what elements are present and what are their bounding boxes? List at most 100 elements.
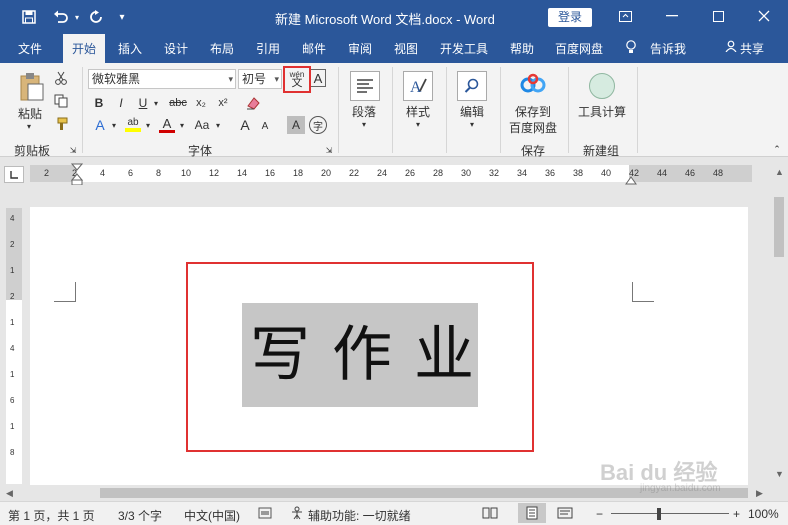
styles-button[interactable]: 样式 [396,103,440,119]
paragraph-icon[interactable] [350,71,380,101]
paste-button[interactable]: 粘贴 [10,105,50,121]
ruler-tick-label: 12 [209,168,220,178]
read-mode-icon[interactable] [482,506,498,523]
accessibility-icon[interactable] [289,506,305,523]
scroll-up-icon[interactable]: ▲ [775,167,784,177]
strikethrough-button[interactable]: abc [166,94,190,112]
text-effects-button[interactable]: A [91,116,109,134]
redo-icon[interactable] [86,7,106,27]
vertical-scroll-thumb[interactable] [774,197,784,257]
collapse-ribbon-icon[interactable]: ⌃ [770,143,784,155]
tab-baidu-netdisk[interactable]: 百度网盘 [555,40,603,57]
zoom-in-button[interactable]: + [733,507,740,521]
change-case-dropdown-icon[interactable]: ▾ [213,118,223,132]
clear-formatting-icon[interactable] [244,94,262,112]
format-painter-icon[interactable] [52,115,70,133]
ruler-tick-label: 8 [156,168,162,178]
highlight-button[interactable]: ab [123,116,143,134]
grow-font-button[interactable]: A [236,116,254,134]
font-color-dropdown-icon[interactable]: ▾ [177,118,187,132]
zoom-slider-thumb[interactable] [657,508,661,520]
baidu-netdisk-icon[interactable] [518,71,548,99]
scroll-down-icon[interactable]: ▼ [775,469,784,479]
font-size-combo[interactable]: 初号 ▾ [238,69,282,89]
right-indent-marker-icon[interactable] [625,173,637,185]
close-icon[interactable] [751,5,777,27]
tab-developer[interactable]: 开发工具 [440,40,488,57]
save-icon[interactable] [18,7,40,27]
scroll-right-icon[interactable]: ▶ [756,488,763,499]
paragraph-button[interactable]: 段落 [342,103,386,119]
styles-icon[interactable]: A [403,71,433,101]
tab-insert[interactable]: 插入 [118,40,142,57]
macro-icon[interactable] [258,506,272,523]
zoom-slider-track[interactable] [611,513,729,514]
shrink-font-button[interactable]: A [258,118,272,134]
change-case-button[interactable]: Aa [191,116,213,134]
web-layout-icon[interactable] [557,506,573,523]
search-icon[interactable] [457,71,487,101]
underline-button[interactable]: U [135,94,151,112]
underline-dropdown-icon[interactable]: ▾ [151,96,161,110]
tab-home[interactable]: 开始 [63,34,106,63]
page-count[interactable]: 第 1 页，共 1 页 [8,507,95,524]
superscript-button[interactable]: x² [214,94,232,112]
horizontal-ruler[interactable]: 2 2 4 6 8 10 12 14 16 18 20 22 24 26 28 30 32 34 36 38 40 42 4… [0,163,770,186]
tab-design[interactable]: 设计 [164,40,188,57]
tab-view[interactable]: 视图 [394,40,418,57]
print-layout-icon[interactable] [518,503,546,523]
paragraph-dropdown-icon[interactable]: ▾ [358,119,370,129]
font-launcher-icon[interactable]: ⇲ [324,145,334,155]
font-color-button[interactable]: A [157,116,177,134]
paste-dropdown-icon[interactable]: ▾ [22,121,36,131]
word-count[interactable]: 3/3 个字 [118,507,162,524]
accessibility-status[interactable]: 辅助功能: 一切就绪 [308,507,411,524]
login-button[interactable]: 登录 [548,8,592,27]
character-shading-button[interactable]: A [287,116,305,134]
text-effects-dropdown-icon[interactable]: ▾ [109,118,119,132]
italic-button[interactable]: I [113,94,129,112]
bold-button[interactable]: B [91,94,107,112]
maximize-icon[interactable] [705,5,731,27]
tell-me-search[interactable]: 告诉我 [650,40,686,57]
cut-icon[interactable] [52,69,70,87]
save-to-baidu-line1[interactable]: 保存到 [504,103,562,119]
zoom-out-button[interactable]: − [596,507,603,521]
subscript-button[interactable]: x₂ [192,94,210,112]
share-button[interactable]: 共享 [740,40,764,57]
copy-icon[interactable] [52,92,70,110]
share-icon[interactable] [725,40,737,55]
tool-calc-button[interactable]: 工具计算 [574,103,630,119]
editing-dropdown-icon[interactable]: ▾ [466,119,478,129]
highlight-dropdown-icon[interactable]: ▾ [143,118,153,132]
crop-mark [632,282,654,302]
minimize-icon[interactable] [659,5,685,27]
tab-review[interactable]: 审阅 [348,40,372,57]
vertical-scrollbar[interactable]: ▲ ▼ [770,163,788,485]
character-border-button[interactable]: A [310,69,326,87]
font-name-combo[interactable]: 微软雅黑 ▾ [88,69,236,89]
tab-layout[interactable]: 布局 [210,40,234,57]
lightbulb-icon[interactable] [625,40,637,57]
undo-dropdown-icon[interactable]: ▾ [72,7,82,27]
zoom-level[interactable]: 100% [748,507,779,521]
styles-dropdown-icon[interactable]: ▾ [412,119,424,129]
tab-help[interactable]: 帮助 [510,40,534,57]
save-to-baidu-line2[interactable]: 百度网盘 [504,119,562,135]
indent-marker-icon[interactable] [70,163,84,186]
undo-icon[interactable] [50,7,72,27]
clipboard-launcher-icon[interactable]: ⇲ [68,145,78,155]
tab-references[interactable]: 引用 [256,40,280,57]
paste-icon[interactable] [14,69,50,105]
language[interactable]: 中文(中国) [184,507,240,524]
enclose-characters-button[interactable]: 字 [309,116,327,134]
scroll-left-icon[interactable]: ◀ [6,488,13,499]
ruler-tick-label: 6 [128,168,134,178]
tool-calc-icon[interactable] [587,72,617,100]
tab-mailings[interactable]: 邮件 [302,40,326,57]
editing-button[interactable]: 编辑 [450,103,494,119]
tab-file[interactable]: 文件 [18,40,42,57]
ribbon-display-options-icon[interactable] [612,5,638,27]
customize-toolbar-icon[interactable]: ▾ [115,7,129,27]
tab-selector[interactable] [4,166,24,183]
